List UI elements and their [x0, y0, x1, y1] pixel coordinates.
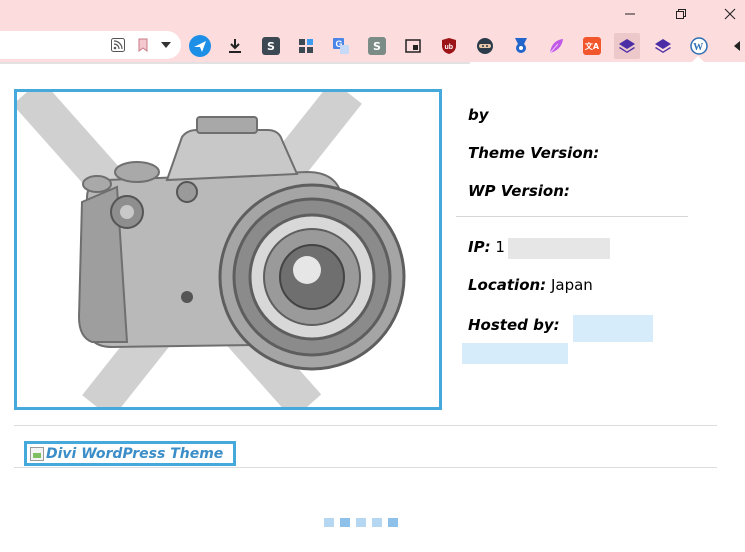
extension-ninja[interactable] — [472, 33, 498, 59]
extension-layers-active[interactable] — [614, 33, 640, 59]
s-gray-icon: S — [368, 37, 386, 55]
ip-label: IP: — [468, 238, 491, 256]
browser-title-bar — [0, 0, 745, 30]
rss-feed-icon[interactable] — [110, 37, 126, 53]
minimize-button[interactable] — [616, 3, 644, 25]
extension-ublock[interactable]: ub — [436, 33, 462, 59]
wordpress-icon: W — [690, 37, 708, 55]
theme-screenshot — [14, 89, 442, 410]
hosted-by-line: Hosted by: — [468, 316, 560, 334]
extension-layers[interactable] — [650, 33, 676, 59]
loading-dot — [324, 518, 334, 527]
location-label: Location: — [468, 276, 547, 294]
ip-line: IP: 1 — [468, 238, 505, 256]
extension-plane[interactable] — [187, 33, 213, 59]
theme-link-alt-text: Divi WordPress Theme — [46, 445, 224, 462]
plane-icon — [189, 35, 211, 57]
extension-medal[interactable] — [508, 33, 534, 59]
host-redaction-2 — [462, 343, 568, 364]
grid-icon — [299, 39, 313, 53]
location-value: Japan — [550, 276, 593, 294]
svg-text:W: W — [693, 42, 703, 53]
dropdown-arrow[interactable] — [158, 37, 174, 53]
loading-dot — [356, 518, 366, 527]
medal-icon — [515, 38, 527, 53]
info-separator — [456, 216, 688, 217]
location-line: Location: Japan — [468, 276, 593, 294]
wp-version-label: WP Version: — [468, 182, 570, 200]
popup-caret — [690, 56, 706, 64]
layers-icon — [619, 39, 635, 53]
no-screenshot-camera-icon — [17, 92, 406, 407]
chevron-down-icon — [161, 42, 171, 48]
loading-dot — [340, 518, 350, 527]
broken-image-icon — [30, 446, 44, 461]
extension-s-gray[interactable]: S — [364, 33, 390, 59]
ublock-icon: ub — [442, 38, 456, 54]
extension-s-dark[interactable]: S — [258, 33, 284, 59]
host-redaction-1 — [573, 315, 653, 342]
extension-download[interactable] — [222, 33, 248, 59]
address-bar[interactable] — [0, 31, 181, 59]
hosted-by-label: Hosted by: — [468, 316, 560, 334]
bookmark-icon — [138, 38, 148, 52]
restore-icon — [676, 9, 686, 19]
extension-feather[interactable] — [543, 33, 569, 59]
content-divider-bottom — [14, 467, 717, 468]
browser-toolbar: S G S ub 文A W — [0, 30, 745, 62]
picture-in-picture-icon — [405, 39, 421, 53]
loading-dot — [388, 518, 398, 527]
svg-text:ub: ub — [445, 44, 454, 51]
restore-button[interactable] — [667, 3, 695, 25]
author-line: by — [468, 106, 489, 124]
content-divider-top — [14, 425, 717, 426]
extension-translate[interactable]: G — [328, 33, 354, 59]
extension-grid[interactable] — [293, 33, 319, 59]
bookmark-star-icon[interactable] — [135, 37, 151, 53]
s-dark-icon: S — [262, 37, 280, 55]
ninja-icon — [477, 38, 493, 54]
translate-icon: G — [333, 38, 349, 54]
close-icon — [724, 8, 736, 20]
theme-version-label: Theme Version: — [468, 144, 600, 162]
layers-icon — [655, 39, 671, 53]
close-button[interactable] — [716, 3, 744, 25]
translator-icon: 文A — [583, 37, 601, 55]
loading-dot — [372, 518, 382, 527]
extension-picture-in-picture[interactable] — [400, 33, 426, 59]
ip-value: 1 — [495, 238, 505, 256]
by-label: by — [468, 106, 489, 124]
minimize-icon — [625, 13, 635, 15]
rss-icon — [111, 38, 125, 52]
feather-icon — [549, 39, 563, 54]
extensions-more-button[interactable] — [724, 33, 745, 59]
chevron-left-icon — [734, 41, 740, 51]
download-icon — [229, 39, 241, 53]
theme-link[interactable]: Divi WordPress Theme — [24, 441, 236, 466]
extension-translator[interactable]: 文A — [579, 33, 605, 59]
toolbar-divider — [0, 62, 470, 64]
ip-redaction — [508, 238, 610, 259]
wp-version-line: WP Version: — [468, 182, 570, 200]
theme-version-line: Theme Version: — [468, 144, 599, 162]
